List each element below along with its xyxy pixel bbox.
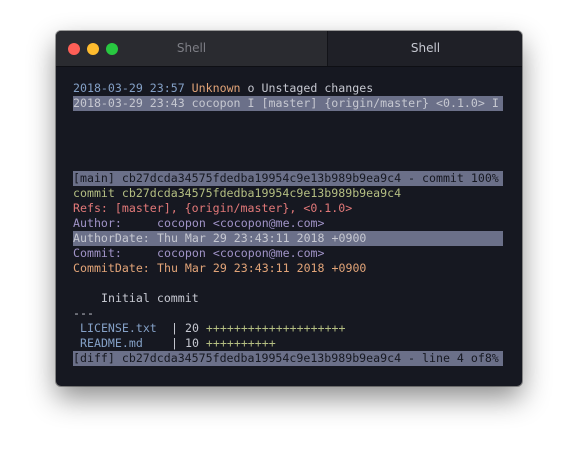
tab-shell-2[interactable]: Shell [327, 31, 522, 66]
terminal-window: Shell Shell 2018-03-29 23:57 Unknown o U… [56, 31, 522, 386]
author-key: Author: [73, 216, 122, 230]
log-message: Unstaged changes [261, 81, 374, 95]
title-bar: Shell Shell [56, 31, 522, 67]
log-date: 2018-03-29 23:43 [73, 96, 185, 110]
authordate-key: AuthorDate: [73, 231, 150, 245]
log-graph: I [247, 96, 255, 110]
log-row[interactable]: 2018-03-29 23:57 Unknown o Unstaged chan… [73, 81, 503, 96]
zoom-button[interactable] [106, 43, 118, 55]
diff-status-line: [diff] cb27dcda34575fdedba19954c9e13b989… [73, 351, 503, 366]
commitdate-line: CommitDate: Thu Mar 29 23:43:11 2018 +090… [73, 261, 503, 276]
log-message: [master] {origin/master} <0.1.0> I [261, 96, 499, 110]
diffstat-file: LICENSE.txt [80, 321, 157, 335]
authordate-line: AuthorDate: Thu Mar 29 23:43:11 2018 +090… [73, 231, 503, 246]
diff-separator: --- [73, 306, 94, 320]
authordate-value: Thu Mar 29 23:43:11 2018 +0900 [157, 231, 367, 245]
diffstat-bar: ++++++++++ [205, 336, 276, 350]
close-button[interactable] [68, 43, 80, 55]
commitdate-value: Thu Mar 29 23:43:11 2018 +0900 [157, 261, 367, 275]
diffstat-bar: ++++++++++++++++++++ [205, 321, 346, 335]
log-row-selected[interactable]: 2018-03-29 23:43 cocopon I [master] {ori… [73, 96, 503, 111]
terminal-content[interactable]: 2018-03-29 23:57 Unknown o Unstaged chan… [73, 81, 503, 366]
log-author: Unknown [191, 81, 241, 95]
log-date: 2018-03-29 23:57 [73, 81, 185, 95]
diffstat-row: README.md | 10 ++++++++++ [73, 336, 503, 351]
diffstat-file: README.md [80, 336, 143, 350]
diffstat-count: 20 [184, 321, 199, 335]
commit-refs-line: Refs: [master], {origin/master}, <0.1.0> [73, 201, 353, 215]
author-value: cocopon <cocopon@me.com> [157, 216, 325, 230]
commit-message: Initial commit [101, 291, 199, 305]
log-graph: o [247, 81, 255, 95]
author-line: Author: cocopon <cocopon@me.com> [73, 216, 503, 231]
main-status-line: [main] cb27dcda34575fdedba19954c9e13b989… [73, 171, 503, 186]
diffstat-count: 10 [184, 336, 199, 350]
commitdate-key: CommitDate: [73, 261, 150, 275]
committer-value: cocopon <cocopon@me.com> [157, 246, 325, 260]
diffstat-row: LICENSE.txt | 20 ++++++++++++++++++++ [73, 321, 503, 336]
committer-key: Commit: [73, 246, 122, 260]
committer-line: Commit: cocopon <cocopon@me.com> [73, 246, 503, 261]
commit-hash-line: commit cb27dcda34575fdedba19954c9e13b989… [73, 186, 402, 200]
log-author: cocopon [191, 96, 241, 110]
minimize-button[interactable] [87, 43, 99, 55]
